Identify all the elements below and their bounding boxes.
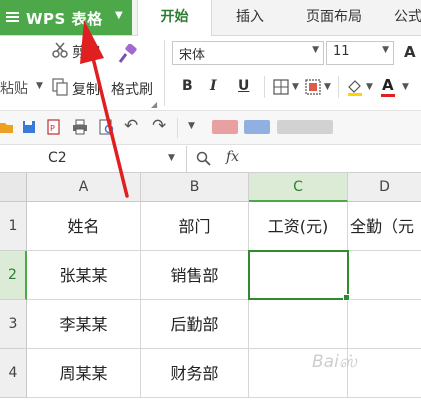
cell-a3[interactable]: 李某某 [27,300,141,349]
chevron-down-icon[interactable]: ▼ [324,82,331,92]
divider [177,118,178,138]
tab-start[interactable]: 开始 [137,0,212,36]
column-header-a[interactable]: A [27,173,141,202]
cell-a1[interactable]: 姓名 [27,202,141,251]
function-fx-button[interactable]: fx [226,149,239,165]
underline-button[interactable]: U [238,78,249,94]
tab-formula[interactable]: 公式 [388,0,421,35]
spreadsheet-grid: A B C D 1 姓名 部门 工资(元) 全勤（元 2 张某某 销售部 3 李… [0,173,421,401]
chevron-down-icon: ▼ [312,45,319,55]
app-menu-button[interactable]: WPS 表格 ▼ [0,0,132,35]
app-title: WPS 表格 [26,10,103,28]
chevron-down-icon[interactable]: ▼ [36,81,43,91]
undo-icon[interactable]: ↶ [124,116,138,136]
format-painter-icon[interactable] [118,44,138,64]
cell-a4[interactable]: 周某某 [27,349,141,398]
svg-text:P: P [50,124,55,133]
cell-b1[interactable]: 部门 [141,202,249,251]
chevron-down-icon[interactable]: ▼ [366,82,373,92]
font-name-value: 宋体 [179,48,206,63]
chevron-down-icon: ▼ [382,45,389,55]
font-name-select[interactable]: 宋体 ▼ [172,41,324,65]
open-folder-icon[interactable] [0,120,14,134]
cell-c2[interactable] [249,251,348,300]
select-all-corner[interactable] [0,173,27,202]
toolbar-shortcut-icon[interactable] [244,120,270,134]
paste-button[interactable]: 粘贴 [0,78,28,98]
format-painter-button[interactable]: 格式刷 [111,79,153,99]
row-header-4[interactable]: 4 [0,349,27,398]
quick-access-toolbar: P ↶ ↷ ▼ [0,111,421,145]
chevron-down-icon: ▼ [168,153,175,163]
save-icon[interactable] [22,120,36,134]
name-box[interactable]: C2 ▼ [0,146,187,172]
row-header-1[interactable]: 1 [0,202,27,251]
cell-style-icon[interactable] [305,79,321,95]
blurred-toolbar-area [277,120,333,134]
chevron-down-icon[interactable]: ▼ [188,121,195,131]
print-preview-icon[interactable] [99,119,115,135]
increase-font-size-icon[interactable]: A [404,43,416,61]
column-header-d[interactable]: D [348,173,421,202]
cell-c3[interactable] [249,300,348,349]
fill-color-icon[interactable] [346,78,364,96]
row-header-3[interactable]: 3 [0,300,27,349]
cut-button[interactable]: 剪切 [72,42,100,62]
italic-button[interactable]: I [210,78,217,94]
cell-b3[interactable]: 后勤部 [141,300,249,349]
cell-a2[interactable]: 张某某 [27,251,141,300]
divider [264,76,265,98]
font-color-button[interactable]: A [382,76,394,94]
cell-reference: C2 [48,150,67,166]
cell-d3[interactable] [348,300,421,349]
cell-b4[interactable]: 财务部 [141,349,249,398]
cell-c1[interactable]: 工资(元) [249,202,348,251]
font-color-swatch [381,94,395,97]
export-pdf-icon[interactable]: P [46,119,62,135]
cell-d2[interactable] [348,251,421,300]
borders-icon[interactable] [273,79,289,95]
copy-icon[interactable] [52,78,68,96]
toolbar-shortcut-icon[interactable] [212,120,238,134]
cell-d4[interactable] [348,349,421,398]
tab-page-layout[interactable]: 页面布局 [290,0,378,35]
column-header-c[interactable]: C [249,173,348,202]
cell-b2[interactable]: 销售部 [141,251,249,300]
group-divider [164,40,165,106]
zoom-search-icon[interactable] [196,151,212,167]
baidu-watermark: Baiஸ் [312,352,358,372]
formula-input[interactable] [262,146,421,172]
font-size-value: 11 [333,44,350,59]
chevron-down-icon: ▼ [115,10,123,21]
copy-button[interactable]: 复制 [72,79,100,99]
scissors-icon[interactable] [52,42,68,58]
ribbon: 粘贴 ▼ 剪切 复制 格式刷 ◢ 宋体 ▼ 11 ▼ A B I U ▼ ▼ ▼… [0,36,421,111]
formula-bar: C2 ▼ fx [0,146,421,173]
menu-icon [6,12,19,23]
chevron-down-icon[interactable]: ▼ [292,82,299,92]
font-size-select[interactable]: 11 ▼ [326,41,394,65]
cell-d1[interactable]: 全勤（元 [348,202,421,251]
bold-button[interactable]: B [182,78,193,94]
column-header-b[interactable]: B [141,173,249,202]
chevron-down-icon[interactable]: ▼ [402,82,409,92]
fill-handle[interactable] [343,294,350,301]
divider [338,76,339,98]
group-expand-icon[interactable]: ◢ [151,100,157,109]
redo-icon[interactable]: ↷ [152,116,166,136]
tab-insert[interactable]: 插入 [222,0,278,35]
row-header-2[interactable]: 2 [0,251,27,300]
print-icon[interactable] [72,119,88,135]
